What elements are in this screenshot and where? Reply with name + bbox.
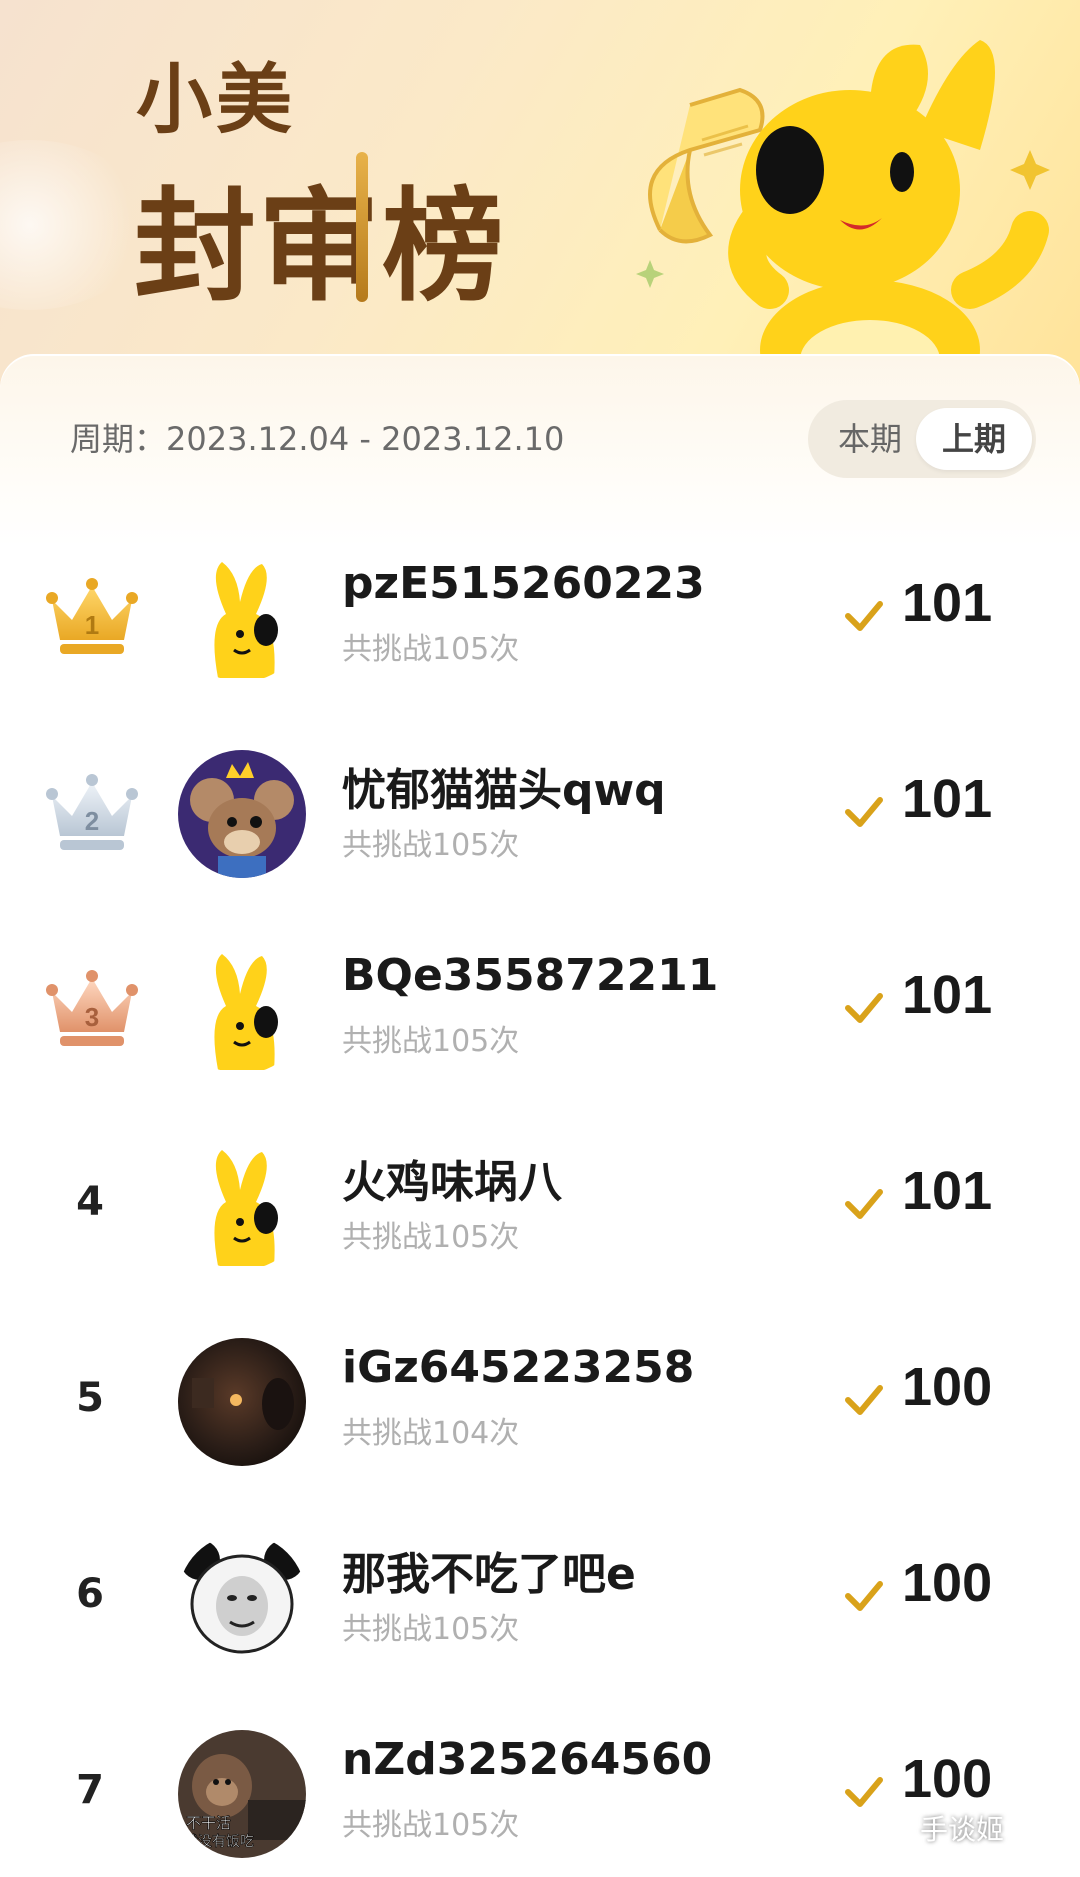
challenge-count: 共挑战105次 [342,1612,520,1647]
correct-score: 101 [902,1161,993,1221]
leaderboard-row-1[interactable]: 1 pzE515260223 共挑战105次 101 [0,528,1080,724]
avatar-cartoon-mouse-with-crown[interactable] [178,750,306,878]
avatar-monkey-meme[interactable]: 不干活 就没有饭吃 [178,1730,306,1858]
check-icon [845,1385,883,1415]
avatar-panda-meme[interactable] [178,1534,306,1662]
correct-score: 100 [902,1749,993,1809]
banner-header: 小美 封审榜 [0,0,1080,390]
player-name: nZd325264560 [342,1734,713,1785]
check-icon [845,993,883,1023]
svg-text:就没有饭吃: 就没有饭吃 [184,1834,254,1850]
banner-title-line2: 封审榜 [134,174,506,318]
avatar-yellow-mascot[interactable] [178,554,306,682]
check-icon [845,601,883,631]
player-name: pzE515260223 [342,558,705,609]
svg-text:不干活: 不干活 [186,1814,231,1832]
leaderboard-row-2[interactable]: 2 忧郁猫猫头qwq 共挑战105次 101 [0,724,1080,920]
rank-number: 7 [76,1767,104,1813]
mascot-holding-scroll-illustration [636,40,1050,390]
player-name: BQe355872211 [342,950,719,1001]
check-icon [845,1581,883,1611]
challenge-count: 共挑战104次 [342,1416,520,1451]
rank-number: 4 [76,1179,104,1225]
check-icon [845,797,883,827]
player-name: iGz645223258 [342,1342,695,1393]
correct-score: 100 [902,1553,993,1613]
challenge-count: 共挑战105次 [342,1220,520,1255]
period-label: 周期： [70,420,167,458]
silver-crown-icon: 2 [42,772,142,856]
leaderboard-row-7[interactable]: 7 不干活 就没有饭吃 nZd325264560 共挑战105次 100 [0,1704,1080,1877]
correct-score: 100 [902,1357,993,1417]
watermark-text: 手谈姬 [920,1813,1005,1846]
challenge-count: 共挑战105次 [342,632,520,667]
leaderboard-row-6[interactable]: 6 那我不吃了吧e 共挑战105次 100 [0,1508,1080,1704]
period-toggle: 本期 上期 [808,400,1036,478]
leaderboard-row-5[interactable]: 5 iGz645223258 共挑战104次 100 [0,1312,1080,1508]
avatar-dark-photo[interactable] [178,1338,306,1466]
player-name: 忧郁猫猫头qwq [342,765,666,816]
bronze-crown-icon: 3 [42,968,142,1052]
leaderboard-row-3[interactable]: 3 BQe355872211 共挑战105次 101 [0,920,1080,1116]
title-scroll-ornament [356,152,368,302]
rank-number: 5 [76,1375,104,1421]
avatar-yellow-mascot[interactable] [178,946,306,1074]
challenge-count: 共挑战105次 [342,1024,520,1059]
period-range: 周期：2023.12.04 - 2023.12.10 [70,414,564,460]
check-icon [845,1189,883,1219]
challenge-count: 共挑战105次 [342,1808,520,1843]
rank-number: 6 [76,1571,104,1617]
correct-score: 101 [902,573,993,633]
banner-title-line1: 小美 [136,55,296,144]
avatar-yellow-mascot[interactable] [178,1142,306,1270]
gold-crown-icon: 1 [42,576,142,660]
player-name: 那我不吃了吧e [342,1549,636,1600]
challenge-count: 共挑战105次 [342,828,520,863]
leaderboard-row-4[interactable]: 4 火鸡味埚八 共挑战105次 101 [0,1116,1080,1312]
svg-text:2: 2 [85,806,99,836]
tab-current-period[interactable]: 本期 [812,408,928,470]
correct-score: 101 [902,769,993,829]
player-name: 火鸡味埚八 [342,1157,562,1208]
banner-glow [0,140,150,310]
correct-score: 101 [902,965,993,1025]
check-icon [845,1777,883,1807]
svg-text:3: 3 [85,1002,99,1032]
svg-text:1: 1 [85,610,99,640]
tab-previous-period[interactable]: 上期 [916,408,1032,470]
period-dates: 2023.12.04 - 2023.12.10 [166,420,565,458]
